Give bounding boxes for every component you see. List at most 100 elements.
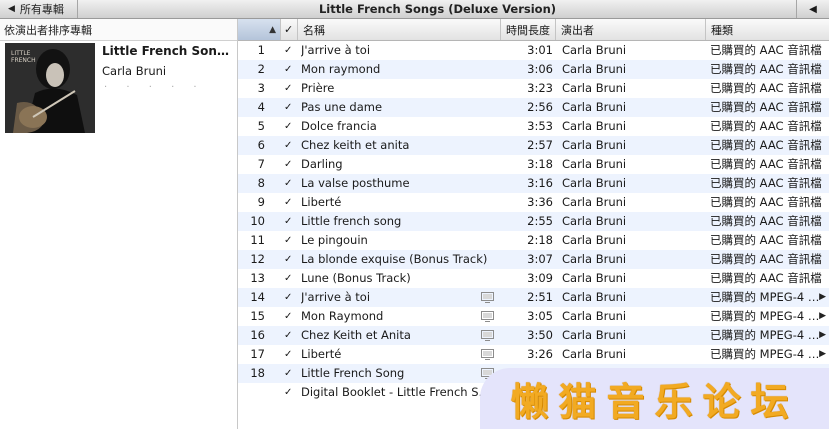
track-kind: 已購買的 AAC 音訊檔 — [710, 195, 822, 209]
track-artist[interactable]: Carla Bruni — [562, 307, 702, 326]
track-row[interactable]: ✓ 12 La blonde exquise (Bonus Track) 3:07 Ca… — [238, 250, 829, 269]
top-navigation-bar: ◀ 所有專輯 Little French Songs (Deluxe Versi… — [0, 0, 829, 19]
track-artist[interactable]: Carla Bruni — [562, 41, 702, 60]
track-row[interactable]: ✓ 3 Prière 3:23 Carla Bruni 已購買的 AAC 音訊檔 — [238, 79, 829, 98]
track-checkbox[interactable]: ✓ — [284, 193, 296, 212]
track-name: Little french song — [301, 214, 402, 228]
video-icon — [481, 326, 495, 345]
scroll-right-arrow-icon[interactable]: ▶ — [819, 288, 826, 307]
track-duration: 2:55 — [527, 214, 553, 228]
album-artist[interactable]: Carla Bruni — [102, 64, 166, 78]
track-row[interactable]: ✓ 8 La valse posthume 3:16 Carla Bruni 已購買的 A… — [238, 174, 829, 193]
track-checkbox[interactable]: ✓ — [284, 174, 296, 193]
track-checkbox[interactable]: ✓ — [284, 155, 296, 174]
track-checkbox[interactable]: ✓ — [284, 383, 296, 402]
track-artist[interactable]: Carla Bruni — [562, 231, 702, 250]
track-checkbox[interactable]: ✓ — [284, 60, 296, 79]
track-checkbox[interactable]: ✓ — [284, 326, 296, 345]
track-row[interactable]: ✓ 13 Lune (Bonus Track) 3:09 Carla Bruni 已購買的… — [238, 269, 829, 288]
track-artist[interactable]: Carla Bruni — [562, 269, 702, 288]
track-artist[interactable]: Carla Bruni — [562, 250, 702, 269]
track-row[interactable]: ✓ 15 Mon Raymond 3:05 Carla Bruni 已購買的 MPEG-4… — [238, 307, 829, 326]
track-row[interactable]: ✓ 1 J'arrive à toi 3:01 Carla Bruni 已購買的 AAC … — [238, 41, 829, 60]
track-artist[interactable]: Carla Bruni — [562, 98, 702, 117]
track-checkbox[interactable]: ✓ — [284, 269, 296, 288]
track-kind: 已購買的 MPEG-4 視… — [710, 347, 827, 361]
track-row[interactable]: ✓ 11 Le pingouin 2:18 Carla Bruni 已購買的 AAC 音訊… — [238, 231, 829, 250]
track-checkbox[interactable]: ✓ — [284, 364, 296, 383]
track-artist[interactable]: Carla Bruni — [562, 60, 702, 79]
collapse-pane-button[interactable]: ◀ — [796, 0, 829, 18]
track-kind: 已購買的 AAC 音訊檔 — [710, 119, 822, 133]
track-artist[interactable]: Carla Bruni — [562, 288, 702, 307]
checkbox-column-header[interactable]: ✓ — [281, 19, 298, 40]
track-row[interactable]: ✓ 2 Mon raymond 3:06 Carla Bruni 已購買的 AAC 音訊檔 — [238, 60, 829, 79]
track-row[interactable]: ✓ 7 Darling 3:18 Carla Bruni 已購買的 AAC 音訊檔 — [238, 155, 829, 174]
track-row[interactable]: ✓ 14 J'arrive à toi 2:51 Carla Bruni 已購買的 MPE… — [238, 288, 829, 307]
track-checkbox[interactable]: ✓ — [284, 98, 296, 117]
track-artist[interactable]: Carla Bruni — [562, 117, 702, 136]
track-duration: 3:01 — [527, 43, 553, 57]
scroll-right-arrow-icon[interactable]: ▶ — [819, 326, 826, 345]
sort-by-artist-header[interactable]: 依演出者排序專輯 — [0, 19, 237, 41]
track-row[interactable]: ✓ 16 Chez Keith et Anita 3:50 Carla Bruni 已購買… — [238, 326, 829, 345]
track-duration: 3:06 — [527, 62, 553, 76]
track-kind: 已購買的 AAC 音訊檔 — [710, 62, 822, 76]
track-duration: 3:18 — [527, 157, 553, 171]
scroll-right-arrow-icon[interactable]: ▶ — [819, 307, 826, 326]
track-artist[interactable]: Carla Bruni — [562, 79, 702, 98]
track-number: 16 — [250, 328, 265, 342]
track-checkbox[interactable]: ✓ — [284, 231, 296, 250]
track-checkbox[interactable]: ✓ — [284, 250, 296, 269]
track-name: Lune (Bonus Track) — [301, 271, 411, 285]
track-artist[interactable]: Carla Bruni — [562, 326, 702, 345]
name-column-header[interactable]: 名稱 — [298, 19, 501, 40]
track-artist[interactable]: Carla Bruni — [562, 155, 702, 174]
track-name: Mon raymond — [301, 62, 381, 76]
artist-column-header[interactable]: 演出者 — [556, 19, 706, 40]
track-artist[interactable]: Carla Bruni — [562, 345, 702, 364]
track-checkbox[interactable]: ✓ — [284, 41, 296, 60]
track-kind: 已購買的 AAC 音訊檔 — [710, 43, 822, 57]
track-checkbox[interactable]: ✓ — [284, 79, 296, 98]
track-row[interactable]: ✓ 17 Liberté 3:26 Carla Bruni 已購買的 MPEG-4 視… ▶ — [238, 345, 829, 364]
track-artist[interactable]: Carla Bruni — [562, 174, 702, 193]
track-number: 10 — [250, 214, 265, 228]
track-row[interactable]: ✓ 10 Little french song 2:55 Carla Bruni 已購買的… — [238, 212, 829, 231]
scroll-right-arrow-icon[interactable]: ▶ — [819, 345, 826, 364]
track-row[interactable]: ✓ 4 Pas une dame 2:56 Carla Bruni 已購買的 AAC 音訊… — [238, 98, 829, 117]
track-row[interactable]: ✓ 5 Dolce francia 3:53 Carla Bruni 已購買的 AAC 音… — [238, 117, 829, 136]
track-checkbox[interactable]: ✓ — [284, 136, 296, 155]
track-name: Liberté — [301, 195, 342, 209]
track-checkbox[interactable]: ✓ — [284, 307, 296, 326]
track-checkbox[interactable]: ✓ — [284, 345, 296, 364]
album-cover-art[interactable]: LITTLE FRENCH — [5, 43, 95, 133]
track-name: Digital Booklet - Little French S… — [301, 385, 491, 399]
album-rating[interactable]: · · · · · — [104, 82, 205, 93]
watermark-text: 懒猫音乐论坛 — [510, 380, 799, 424]
svg-text:LITTLE: LITTLE — [11, 50, 31, 57]
track-kind: 已購買的 AAC 音訊檔 — [710, 233, 822, 247]
track-name: Liberté — [301, 347, 342, 361]
track-name: Little French Song — [301, 366, 405, 380]
track-checkbox[interactable]: ✓ — [284, 117, 296, 136]
track-name: Darling — [301, 157, 343, 171]
track-row[interactable]: ✓ 6 Chez keith et anita 2:57 Carla Bruni 已購買的… — [238, 136, 829, 155]
track-kind: 已購買的 AAC 音訊檔 — [710, 138, 822, 152]
kind-column-header[interactable]: 種類 — [706, 19, 829, 40]
track-number-column-header[interactable]: ▲ — [238, 19, 281, 40]
track-kind: 已購買的 MPEG-4 視… — [710, 328, 827, 342]
track-artist[interactable]: Carla Bruni — [562, 136, 702, 155]
track-artist[interactable]: Carla Bruni — [562, 212, 702, 231]
track-checkbox[interactable]: ✓ — [284, 288, 296, 307]
track-artist[interactable]: Carla Bruni — [562, 193, 702, 212]
track-number: 1 — [257, 43, 265, 57]
track-duration: 2:18 — [527, 233, 553, 247]
all-albums-back-button[interactable]: ◀ 所有專輯 — [0, 0, 78, 18]
time-column-header[interactable]: 時間長度 — [501, 19, 556, 40]
track-row[interactable]: ✓ 9 Liberté 3:36 Carla Bruni 已購買的 AAC 音訊檔 — [238, 193, 829, 212]
track-duration: 3:07 — [527, 252, 553, 266]
album-name[interactable]: Little French Songs (D… — [102, 44, 236, 58]
track-checkbox[interactable]: ✓ — [284, 212, 296, 231]
track-duration: 2:57 — [527, 138, 553, 152]
